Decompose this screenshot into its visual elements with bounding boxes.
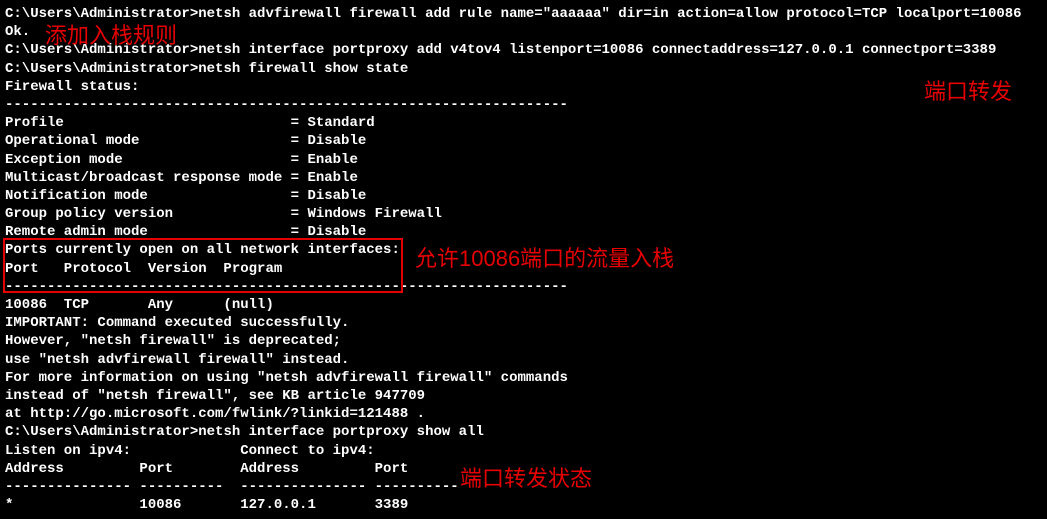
- important-note: However, "netsh firewall" is deprecated;: [5, 332, 1042, 350]
- command-text: netsh firewall show state: [198, 61, 408, 77]
- command-text: netsh interface portproxy add v4tov4 lis…: [198, 42, 996, 58]
- fw-row: Notification mode = Disable: [5, 187, 1042, 205]
- prompt-line-1: C:\Users\Administrator>netsh advfirewall…: [5, 5, 1042, 23]
- annotation-forward-status: 端口转发状态: [460, 465, 592, 494]
- important-note: IMPORTANT: Command executed successfully…: [5, 314, 1042, 332]
- fw-row: Multicast/broadcast response mode = Enab…: [5, 169, 1042, 187]
- important-note: use "netsh advfirewall firewall" instead…: [5, 351, 1042, 369]
- important-note: at http://go.microsoft.com/fwlink/?linki…: [5, 405, 1042, 423]
- prompt: C:\Users\Administrator>: [5, 61, 198, 77]
- fw-row: Remote admin mode = Disable: [5, 223, 1042, 241]
- prompt: C:\Users\Administrator>: [5, 6, 198, 22]
- divider: ----------------------------------------…: [5, 278, 1042, 296]
- annotation-port-forward: 端口转发: [924, 78, 1012, 107]
- prompt: C:\Users\Administrator>: [5, 424, 198, 440]
- fw-row: Group policy version = Windows Firewall: [5, 205, 1042, 223]
- fw-status-header: Firewall status:: [5, 78, 1042, 96]
- fw-row: Exception mode = Enable: [5, 151, 1042, 169]
- important-note: For more information on using "netsh adv…: [5, 369, 1042, 387]
- prompt-line-3: C:\Users\Administrator>netsh firewall sh…: [5, 60, 1042, 78]
- fw-row: Profile = Standard: [5, 114, 1042, 132]
- important-note: instead of "netsh firewall", see KB arti…: [5, 387, 1042, 405]
- annotation-add-rule: 添加入栈规则: [45, 22, 177, 51]
- divider: ----------------------------------------…: [5, 96, 1042, 114]
- command-text: netsh advfirewall firewall add rule name…: [198, 6, 1021, 22]
- fw-row: Operational mode = Disable: [5, 132, 1042, 150]
- command-text: netsh interface portproxy show all: [198, 424, 484, 440]
- portproxy-row: * 10086 127.0.0.1 3389: [5, 496, 1042, 514]
- prompt-line-4: C:\Users\Administrator>netsh interface p…: [5, 423, 1042, 441]
- portproxy-header: Listen on ipv4: Connect to ipv4:: [5, 442, 1042, 460]
- annotation-allow-port: 允许10086端口的流量入栈: [415, 245, 674, 274]
- ports-row: 10086 TCP Any (null): [5, 296, 1042, 314]
